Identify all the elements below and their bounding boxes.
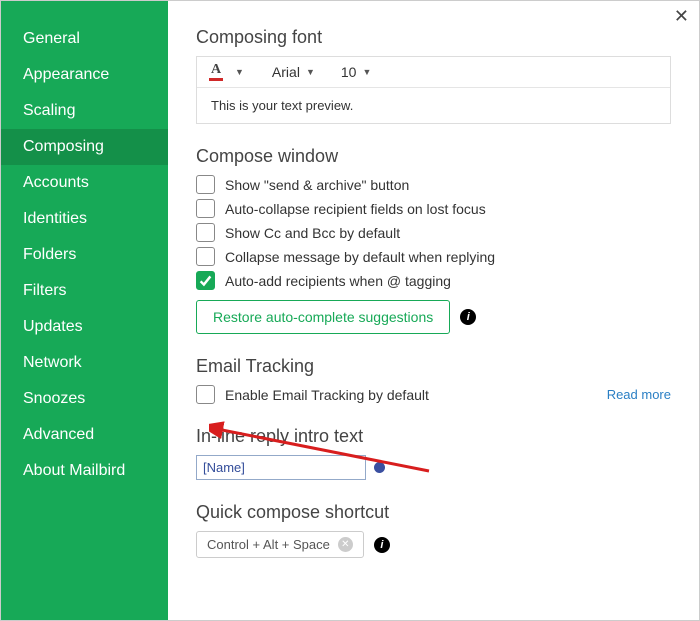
font-family-dropdown[interactable]: Arial ▼ xyxy=(272,64,315,80)
sidebar-item-accounts[interactable]: Accounts xyxy=(1,165,168,201)
font-color-bar xyxy=(209,78,223,81)
inline-reply-input[interactable] xyxy=(196,455,366,480)
sidebar-item-general[interactable]: General xyxy=(1,21,168,57)
sidebar-item-network[interactable]: Network xyxy=(1,345,168,381)
chevron-down-icon: ▼ xyxy=(362,67,371,77)
font-box: A ▼ Arial ▼ 10 ▼ This is your text previ… xyxy=(196,56,671,124)
checkbox-collapse-reply[interactable] xyxy=(196,247,215,266)
sidebar-item-advanced[interactable]: Advanced xyxy=(1,417,168,453)
section-title-email-tracking: Email Tracking xyxy=(196,356,671,377)
info-icon[interactable]: i xyxy=(460,309,476,325)
option-cc-bcc: Show Cc and Bcc by default xyxy=(196,223,671,242)
font-color-a-icon: A xyxy=(211,63,221,77)
section-title-compose-window: Compose window xyxy=(196,146,671,167)
option-send-archive: Show "send & archive" button xyxy=(196,175,671,194)
sidebar-item-identities[interactable]: Identities xyxy=(1,201,168,237)
sidebar-item-filters[interactable]: Filters xyxy=(1,273,168,309)
sidebar-item-scaling[interactable]: Scaling xyxy=(1,93,168,129)
clear-icon[interactable]: ✕ xyxy=(338,537,353,552)
option-label: Collapse message by default when replyin… xyxy=(225,249,495,265)
chevron-down-icon: ▼ xyxy=(306,67,315,77)
font-size-value: 10 xyxy=(341,64,357,80)
section-title-quick-compose: Quick compose shortcut xyxy=(196,502,671,523)
option-label: Enable Email Tracking by default xyxy=(225,387,429,403)
checkbox-cc-bcc[interactable] xyxy=(196,223,215,242)
option-label: Show Cc and Bcc by default xyxy=(225,225,400,241)
color-dot-icon[interactable] xyxy=(374,462,385,473)
font-size-dropdown[interactable]: 10 ▼ xyxy=(341,64,372,80)
sidebar-item-snoozes[interactable]: Snoozes xyxy=(1,381,168,417)
read-more-link[interactable]: Read more xyxy=(607,387,671,402)
settings-window: ✕ General Appearance Scaling Composing A… xyxy=(0,0,700,621)
font-toolbar: A ▼ Arial ▼ 10 ▼ xyxy=(197,57,670,88)
shortcut-value: Control + Alt + Space xyxy=(207,537,330,552)
section-title-font: Composing font xyxy=(196,27,671,48)
info-icon[interactable]: i xyxy=(374,537,390,553)
checkbox-autocollapse[interactable] xyxy=(196,199,215,218)
sidebar-item-updates[interactable]: Updates xyxy=(1,309,168,345)
sidebar-item-appearance[interactable]: Appearance xyxy=(1,57,168,93)
settings-content: Composing font A ▼ Arial ▼ 10 ▼ Th xyxy=(168,1,699,620)
chevron-down-icon[interactable]: ▼ xyxy=(235,67,244,77)
sidebar-item-composing[interactable]: Composing xyxy=(1,129,168,165)
checkbox-autoadd-tag[interactable] xyxy=(196,271,215,290)
sidebar-item-about[interactable]: About Mailbird xyxy=(1,453,168,489)
option-autocollapse: Auto-collapse recipient fields on lost f… xyxy=(196,199,671,218)
font-family-value: Arial xyxy=(272,64,300,80)
option-label: Auto-add recipients when @ tagging xyxy=(225,273,451,289)
shortcut-field[interactable]: Control + Alt + Space ✕ xyxy=(196,531,364,558)
checkbox-send-archive[interactable] xyxy=(196,175,215,194)
restore-autocomplete-button[interactable]: Restore auto-complete suggestions xyxy=(196,300,450,334)
section-title-inline-reply: In-line reply intro text xyxy=(196,426,671,447)
option-collapse-reply: Collapse message by default when replyin… xyxy=(196,247,671,266)
font-color-button[interactable]: A xyxy=(209,63,223,81)
font-preview: This is your text preview. xyxy=(197,88,670,123)
option-label: Show "send & archive" button xyxy=(225,177,409,193)
checkbox-email-tracking[interactable] xyxy=(196,385,215,404)
option-label: Auto-collapse recipient fields on lost f… xyxy=(225,201,486,217)
sidebar-item-folders[interactable]: Folders xyxy=(1,237,168,273)
settings-sidebar: General Appearance Scaling Composing Acc… xyxy=(1,1,168,620)
option-autoadd-tag: Auto-add recipients when @ tagging xyxy=(196,271,671,290)
